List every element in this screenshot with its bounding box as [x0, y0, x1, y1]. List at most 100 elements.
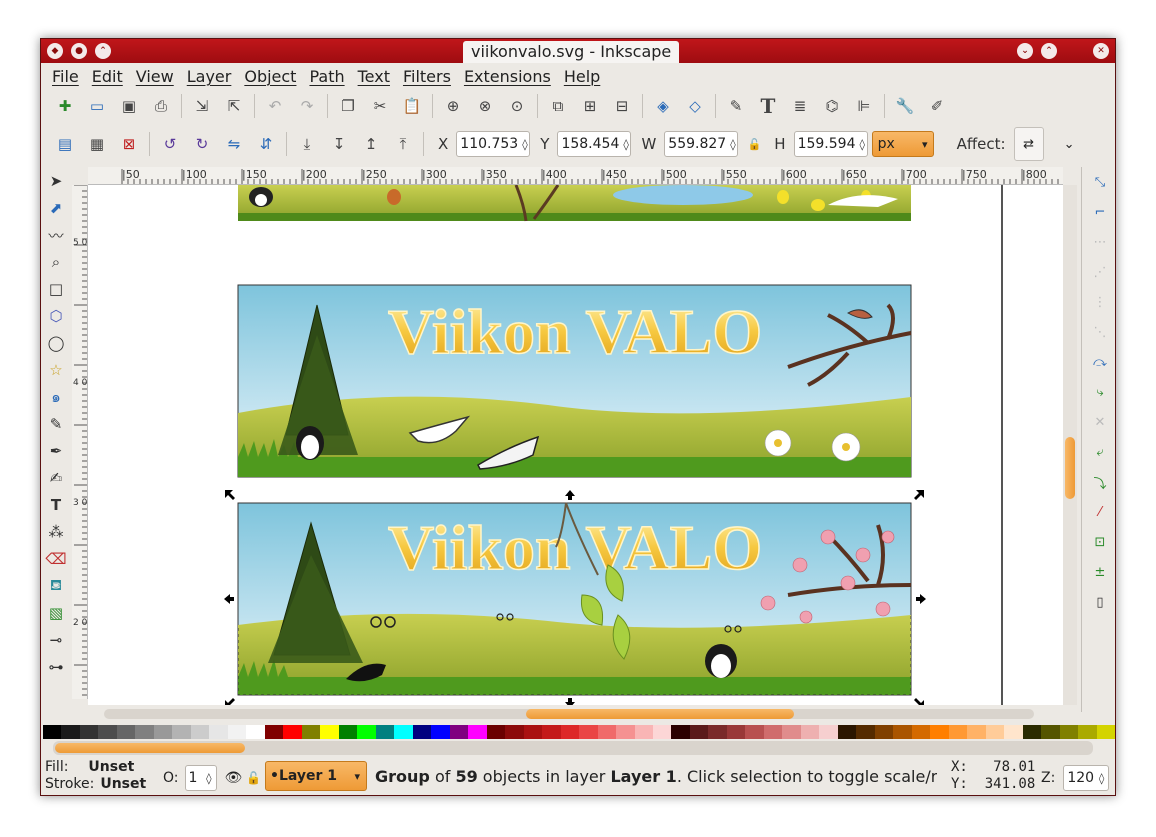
palette-swatch[interactable] [1059, 725, 1079, 739]
text-font-icon[interactable]: T [757, 94, 779, 118]
fill-stroke-icon[interactable]: ✎ [725, 95, 747, 117]
lock-icon[interactable]: 🔓 [246, 771, 261, 785]
zoom-selection-icon[interactable]: ⊕ [442, 95, 464, 117]
palette-swatch[interactable] [320, 725, 339, 739]
gradient-tool-icon[interactable]: ▧ [45, 602, 67, 624]
palette-swatch[interactable] [671, 725, 690, 739]
palette-swatch[interactable] [652, 725, 672, 739]
y-field[interactable]: 158.454 ◊ [557, 131, 632, 157]
palette-scroll-thumb[interactable] [55, 743, 245, 753]
bucket-tool-icon[interactable]: ⛾ [45, 575, 67, 597]
vertical-scrollbar[interactable] [1063, 185, 1077, 705]
bottom-banner[interactable]: Viikon VALO [224, 490, 926, 705]
palette-swatch[interactable] [708, 725, 727, 739]
horizontal-scroll-track[interactable] [104, 709, 1034, 719]
print-icon[interactable]: ⎙ [150, 95, 172, 117]
opacity-field[interactable]: 1 ◊ [184, 765, 217, 791]
pencil-tool-icon[interactable]: ✎ [45, 413, 67, 435]
preferences-icon[interactable]: 🔧 [894, 95, 916, 117]
snap-bbox-edge-icon[interactable]: ⋯ [1089, 231, 1111, 253]
snap-object-center-icon[interactable]: ⊡ [1089, 531, 1111, 553]
palette-swatch[interactable] [375, 725, 395, 739]
paste-icon[interactable]: 📋 [401, 95, 423, 117]
palette-swatch[interactable] [856, 725, 875, 739]
palette-swatch[interactable] [616, 725, 635, 739]
palette-swatch[interactable] [283, 725, 302, 739]
palette-swatch[interactable] [61, 725, 80, 739]
x-spin-icon[interactable]: ◊ [518, 138, 531, 151]
h-field[interactable]: 159.594 ◊ [793, 131, 868, 157]
export-icon[interactable]: ⇱ [223, 95, 245, 117]
import-icon[interactable]: ⇲ [191, 95, 213, 117]
menu-path[interactable]: Path [309, 67, 344, 86]
menu-help[interactable]: Help [564, 67, 600, 86]
palette-swatch[interactable] [726, 725, 746, 739]
snap-bbox-center-icon[interactable]: ⋱ [1089, 321, 1111, 343]
palette-swatch[interactable] [43, 725, 62, 739]
x-field[interactable]: 110.753 ◊ [456, 131, 531, 157]
palette-swatch[interactable] [431, 725, 450, 739]
palette-swatch[interactable] [634, 725, 653, 739]
align-distribute-icon[interactable]: ⊫ [853, 95, 875, 117]
menu-edit[interactable]: Edit [92, 67, 123, 86]
palette-swatch[interactable] [505, 725, 524, 739]
new-document-icon[interactable]: ✚ [54, 95, 76, 117]
rotate-cw-icon[interactable]: ↻ [191, 133, 213, 155]
rotate-ccw-icon[interactable]: ↺ [159, 133, 181, 155]
save-icon[interactable]: ▣ [118, 95, 140, 117]
spiral-tool-icon[interactable]: ๑ [45, 386, 67, 408]
w-spin-icon[interactable]: ◊ [726, 138, 739, 151]
maximize-icon[interactable]: ⌃ [1041, 43, 1057, 59]
more-options-icon[interactable]: ⌄ [1064, 137, 1075, 152]
horizontal-scroll-thumb[interactable] [526, 709, 794, 719]
snap-nodes-icon[interactable]: ⤼ [1089, 351, 1111, 373]
lower-to-bottom-icon[interactable]: ⤓ [296, 133, 318, 155]
vertical-scroll-thumb[interactable] [1065, 437, 1075, 499]
palette-swatch[interactable] [985, 725, 1005, 739]
horizontal-scrollbar[interactable] [88, 705, 1081, 723]
palette-swatch[interactable] [689, 725, 709, 739]
h-spin-icon[interactable]: ◊ [855, 138, 868, 151]
node-tool-icon[interactable]: ⬈ [45, 197, 67, 219]
palette-swatch[interactable] [301, 725, 321, 739]
snap-enable-icon[interactable]: ⤡ [1089, 171, 1111, 193]
snap-path-intersection-icon[interactable]: ✕ [1089, 411, 1111, 433]
palette-swatch[interactable] [357, 725, 376, 739]
y-spin-icon[interactable]: ◊ [619, 138, 632, 151]
undo-icon[interactable]: ↶ [264, 95, 286, 117]
middle-banner[interactable]: Viikon VALO [237, 284, 912, 478]
difference-icon[interactable]: ◇ [684, 95, 706, 117]
lower-icon[interactable]: ↧ [328, 133, 350, 155]
deselect-icon[interactable]: ⊠ [118, 133, 140, 155]
union-icon[interactable]: ◈ [652, 95, 674, 117]
palette-swatch[interactable] [227, 725, 247, 739]
snap-midpoint-icon[interactable]: ⁄ [1089, 501, 1111, 523]
palette-swatch[interactable] [172, 725, 191, 739]
palette-swatch[interactable] [468, 725, 487, 739]
palette-swatch[interactable] [967, 725, 986, 739]
fill-stroke-indicator[interactable]: Fill: Unset Stroke: Unset [45, 759, 146, 793]
palette-swatch[interactable] [209, 725, 228, 739]
dropper-tool-icon[interactable]: ⊸ [45, 629, 67, 651]
snap-smooth-icon[interactable]: ⤵ [1089, 471, 1111, 493]
palette-swatch[interactable] [1096, 725, 1115, 739]
menu-text[interactable]: Text [358, 67, 390, 86]
menu-filters[interactable]: Filters [403, 67, 451, 86]
palette-swatch[interactable] [1078, 725, 1097, 739]
ungroup-icon[interactable]: ⊟ [611, 95, 633, 117]
rect-tool-icon[interactable]: □ [45, 278, 67, 300]
3dbox-tool-icon[interactable]: ⬡ [45, 305, 67, 327]
palette-swatch[interactable] [1041, 725, 1060, 739]
palette-swatch[interactable] [911, 725, 931, 739]
group-icon[interactable]: ⊞ [579, 95, 601, 117]
menu-view[interactable]: View [136, 67, 174, 86]
select-all-icon[interactable]: ▤ [54, 133, 76, 155]
flip-horizontal-icon[interactable]: ⇋ [223, 133, 245, 155]
menu-file[interactable]: File [52, 67, 79, 86]
zoom-drawing-icon[interactable]: ⊗ [474, 95, 496, 117]
copy-icon[interactable]: ❐ [337, 95, 359, 117]
selector-tool-icon[interactable]: ➤ [45, 170, 67, 192]
snap-rotation-center-icon[interactable]: ± [1089, 561, 1111, 583]
palette-swatch[interactable] [190, 725, 210, 739]
palette-swatch[interactable] [79, 725, 99, 739]
